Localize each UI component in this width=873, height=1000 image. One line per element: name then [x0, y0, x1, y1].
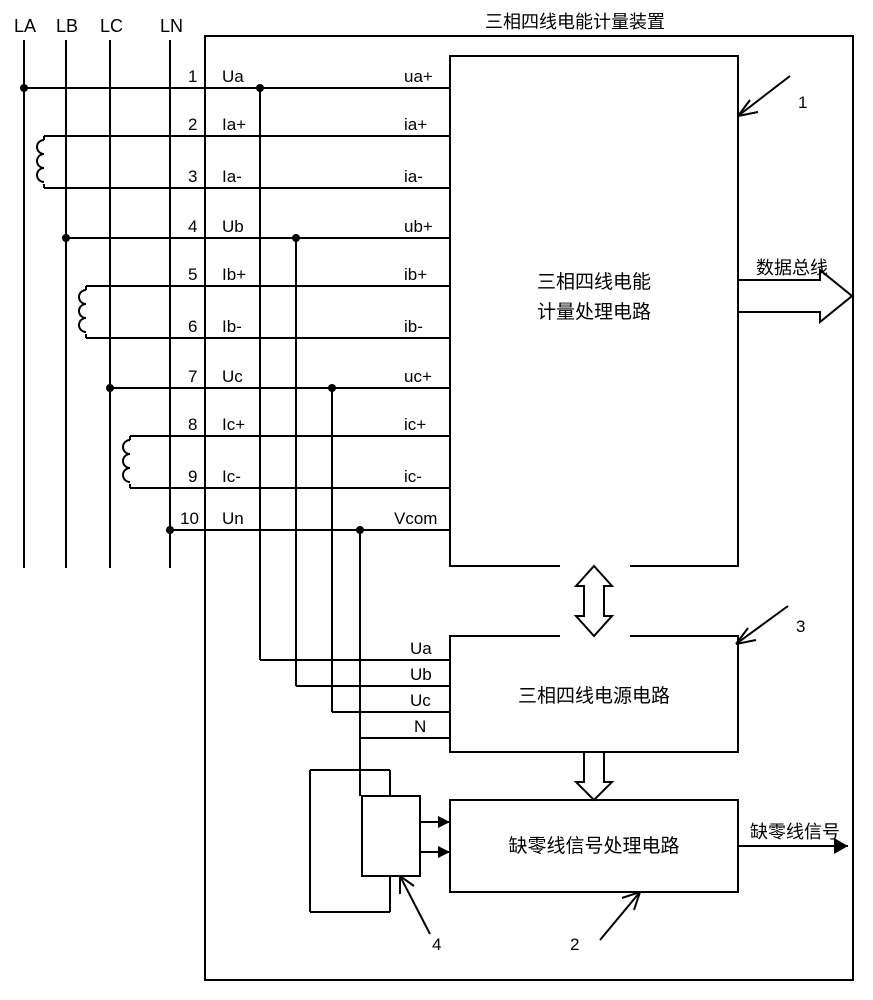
sig-ub-r: ub+ [404, 217, 433, 236]
metering-label-1: 三相四线电能 [537, 271, 651, 293]
sig-uc-l: Uc [222, 367, 243, 386]
psu-label: 三相四线电源电路 [518, 685, 670, 707]
miss-out-label: 缺零线信号 [750, 822, 840, 842]
line-lb: LB [56, 16, 78, 36]
line-la: LA [14, 16, 36, 36]
term-5: 5 [188, 265, 197, 284]
sig-ibm-r: ib- [404, 317, 423, 336]
sig-un-l: Un [222, 509, 244, 528]
callout-4: 4 [432, 935, 441, 954]
psu-ub: Ub [410, 665, 432, 684]
callout-3: 3 [796, 617, 805, 636]
term-1: 1 [188, 67, 197, 86]
term-3: 3 [188, 167, 197, 186]
sig-iam-r: ia- [404, 167, 423, 186]
sensor-block [362, 796, 420, 876]
title: 三相四线电能计量装置 [485, 12, 665, 32]
term-6: 6 [188, 317, 197, 336]
term-9: 9 [188, 467, 197, 486]
term-2: 2 [188, 115, 197, 134]
databus-label: 数据总线 [756, 258, 828, 278]
sig-iap-r: ia+ [404, 115, 427, 134]
sig-ua-l: Ua [222, 67, 244, 86]
callout-1: 1 [798, 93, 807, 112]
term-4: 4 [188, 217, 197, 236]
sig-ua-r: ua+ [404, 67, 433, 86]
sig-ibm-l: Ib- [222, 317, 242, 336]
psu-ua: Ua [410, 639, 432, 658]
term-8: 8 [188, 415, 197, 434]
sig-uc-r: uc+ [404, 367, 432, 386]
sig-icm-l: Ic- [222, 467, 241, 486]
sig-icm-r: ic- [404, 467, 422, 486]
term-10: 10 [180, 509, 199, 528]
sig-vcom: Vcom [394, 509, 437, 528]
sig-icp-r: ic+ [404, 415, 426, 434]
sig-ibp-l: Ib+ [222, 265, 246, 284]
psu-n: N [414, 717, 426, 736]
term-7: 7 [188, 367, 197, 386]
metering-label-2: 计量处理电路 [537, 301, 651, 323]
diagram: 三相四线电能计量装置 LA LB LC LN 三相四线电能 计量处理电路 1 三… [0, 0, 873, 1000]
sig-ibp-r: ib+ [404, 265, 427, 284]
callout-2: 2 [570, 935, 579, 954]
miss-label: 缺零线信号处理电路 [508, 835, 679, 857]
sig-icp-l: Ic+ [222, 415, 245, 434]
sig-iam-l: Ia- [222, 167, 242, 186]
line-ln: LN [160, 16, 183, 36]
line-lc: LC [100, 16, 123, 36]
psu-uc: Uc [410, 691, 431, 710]
sig-iap-l: Ia+ [222, 115, 246, 134]
sig-ub-l: Ub [222, 217, 244, 236]
